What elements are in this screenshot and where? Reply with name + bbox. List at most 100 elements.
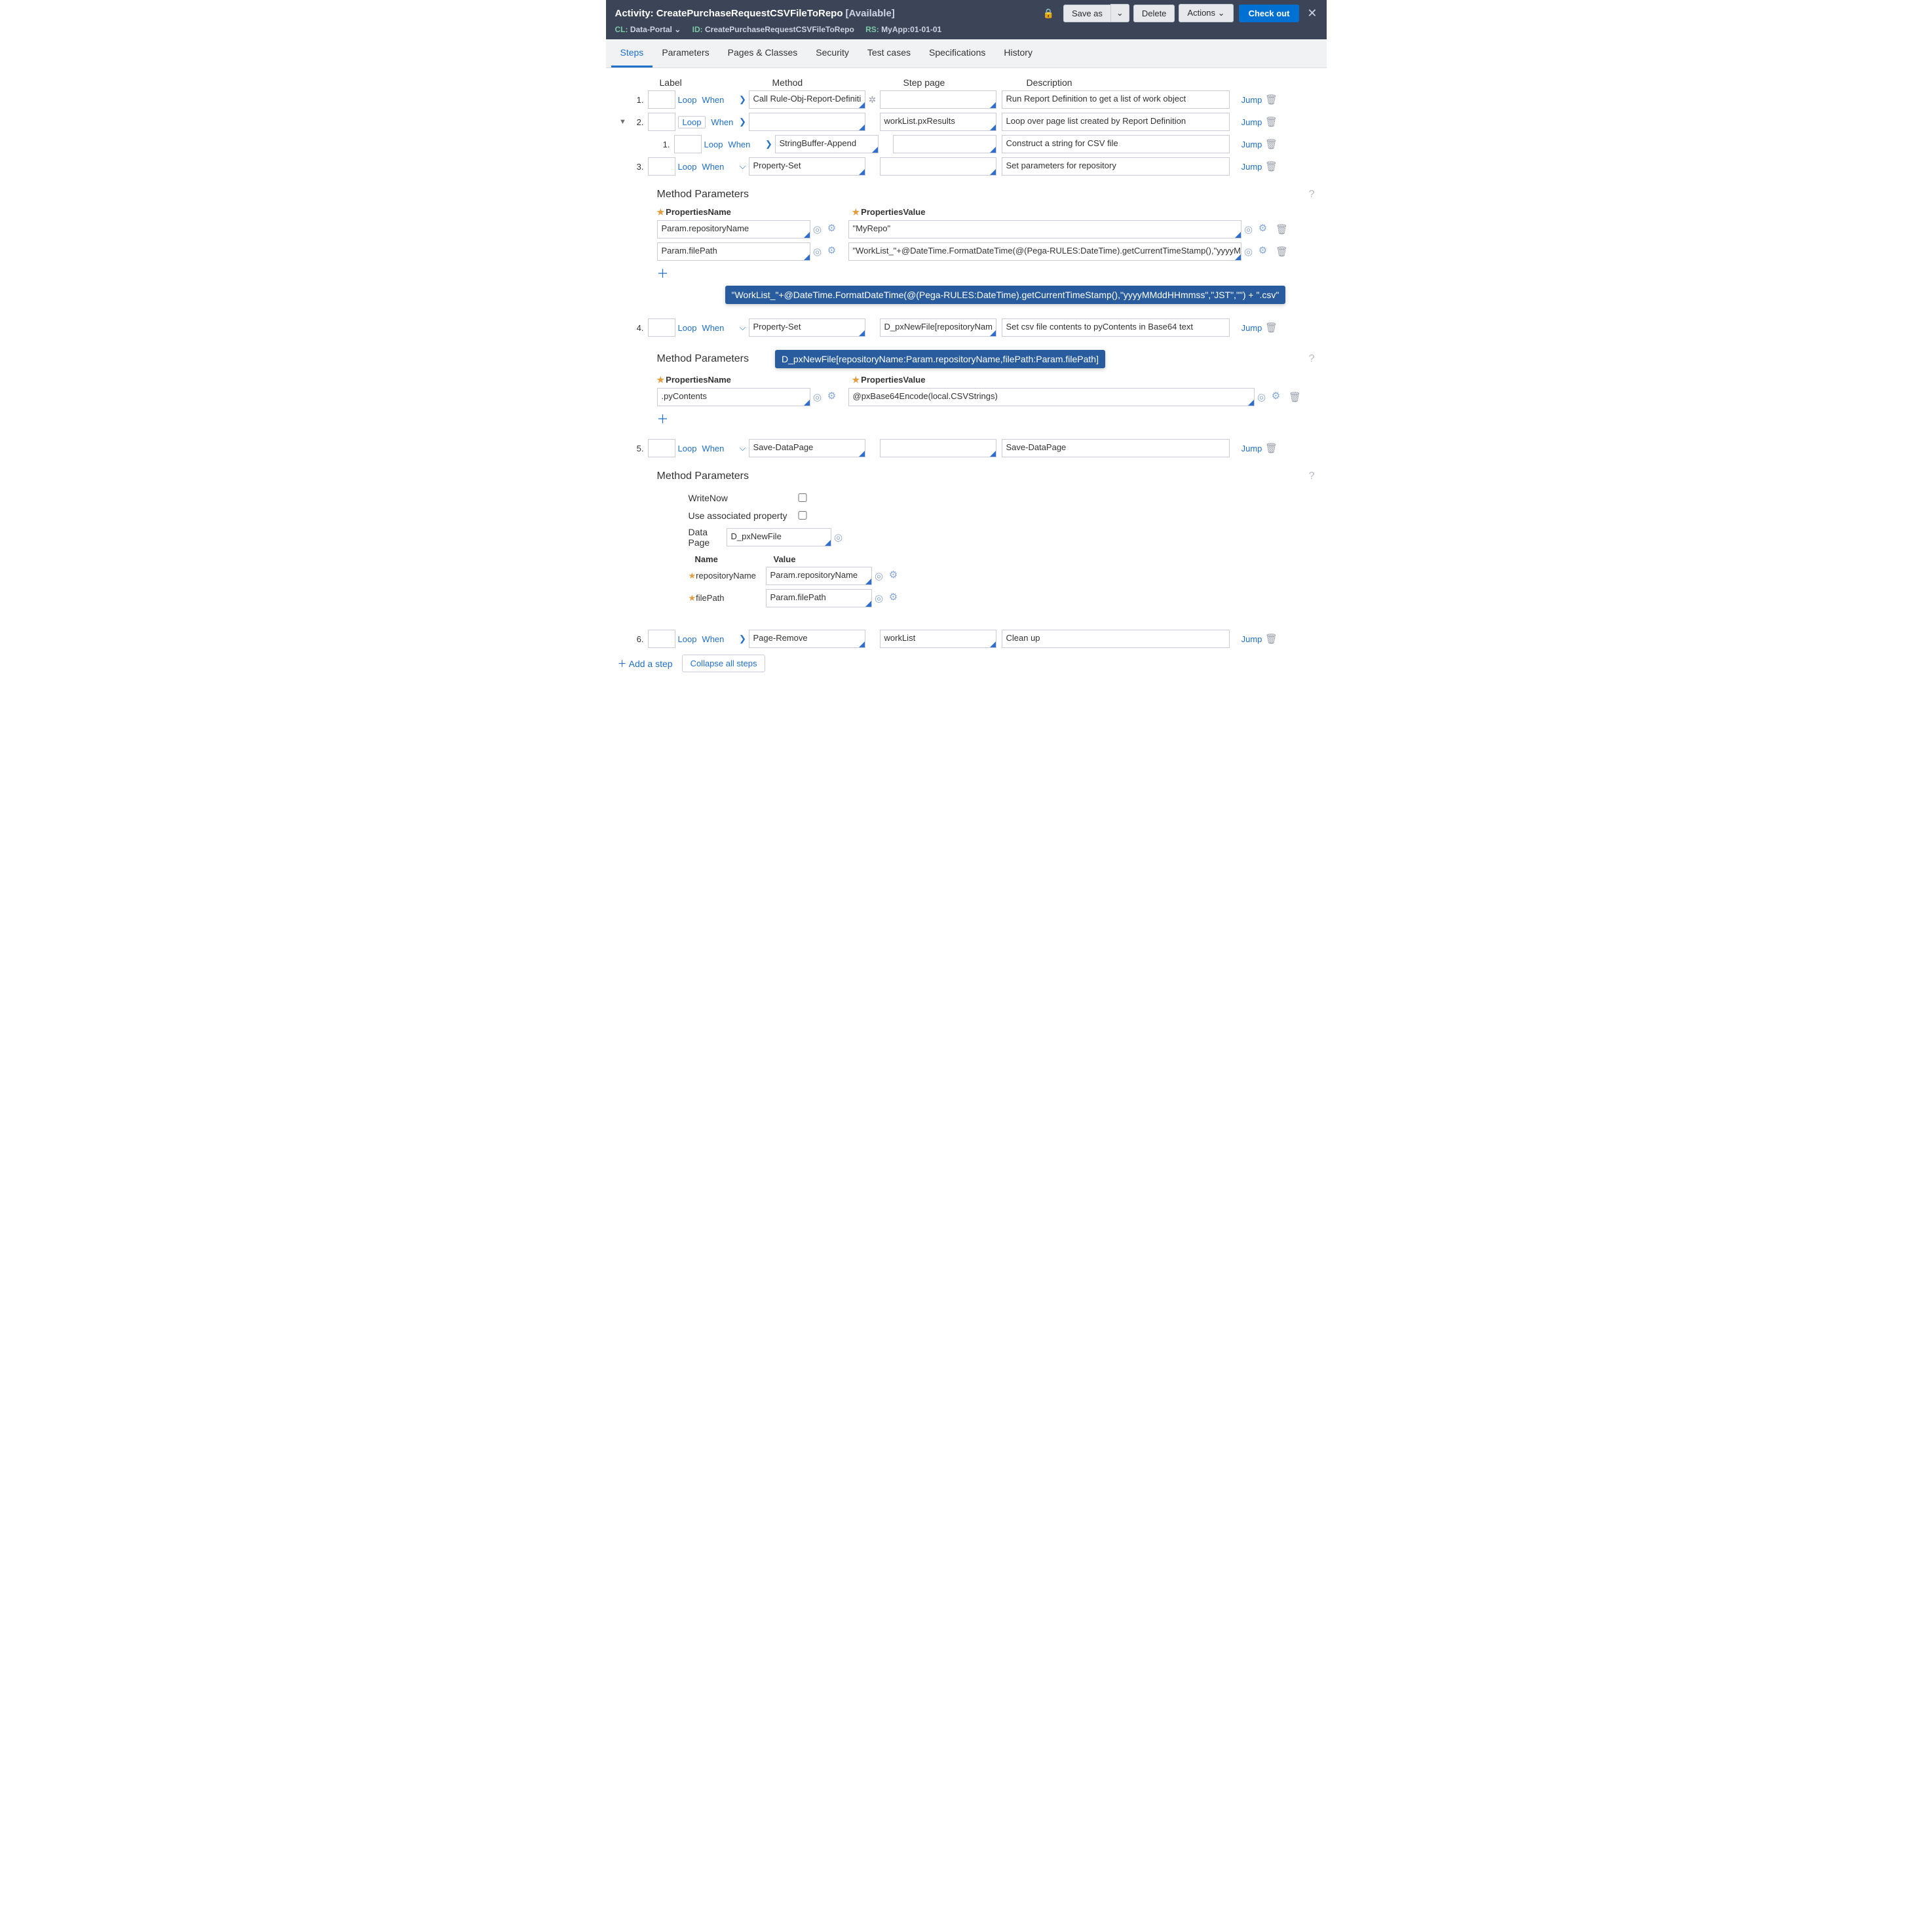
trash-icon[interactable]: 🗑: [1276, 246, 1289, 258]
tab-steps[interactable]: Steps: [611, 39, 653, 67]
target-icon[interactable]: ◎: [831, 531, 846, 543]
target-icon[interactable]: ◎: [872, 570, 886, 582]
tab-security[interactable]: Security: [806, 39, 858, 67]
loop-link[interactable]: Loop: [678, 95, 697, 105]
jump-link[interactable]: Jump: [1239, 95, 1265, 105]
loop-link[interactable]: Loop: [704, 140, 723, 149]
chevron-right-icon[interactable]: ❯: [763, 139, 775, 149]
target-icon[interactable]: ◎: [872, 592, 886, 604]
gear-icon[interactable]: ⚙: [1269, 390, 1283, 404]
step-label-input[interactable]: [648, 318, 675, 337]
trash-icon[interactable]: 🗑: [1265, 116, 1278, 128]
gear-icon[interactable]: ⚙: [886, 569, 901, 583]
gear-icon[interactable]: ⚙: [1256, 222, 1270, 237]
step-description-input[interactable]: Loop over page list created by Report De…: [1002, 113, 1230, 131]
meta-cl-value[interactable]: Data-Portal ⌄: [630, 25, 681, 34]
step-page-input[interactable]: [880, 90, 996, 109]
step-label-input[interactable]: [648, 113, 675, 131]
target-icon[interactable]: ◎: [810, 223, 825, 235]
when-link[interactable]: When: [702, 323, 724, 333]
step-method-input[interactable]: Page-Remove: [749, 630, 865, 648]
step-page-input[interactable]: [880, 157, 996, 176]
step-page-input[interactable]: workList: [880, 630, 996, 648]
tab-specifications[interactable]: Specifications: [920, 39, 994, 67]
add-row-icon[interactable]: ＋: [657, 410, 1315, 427]
trash-icon[interactable]: 🗑: [1265, 633, 1278, 645]
properties-name-input[interactable]: Param.repositoryName: [657, 220, 810, 239]
chevron-down-icon[interactable]: ⌵: [737, 443, 749, 453]
save-as-dropdown-button[interactable]: ⌄: [1110, 4, 1129, 22]
tab-test-cases[interactable]: Test cases: [858, 39, 920, 67]
when-link[interactable]: When: [728, 140, 750, 149]
tab-pages-classes[interactable]: Pages & Classes: [719, 39, 807, 67]
gear-icon[interactable]: ⚙: [1256, 244, 1270, 259]
step-label-input[interactable]: [648, 90, 675, 109]
chevron-right-icon[interactable]: ❯: [737, 634, 749, 644]
step-label-input[interactable]: [674, 135, 702, 153]
jump-link[interactable]: Jump: [1239, 140, 1265, 149]
loop-link[interactable]: Loop: [678, 444, 697, 453]
step-label-input[interactable]: [648, 439, 675, 457]
step-description-input[interactable]: Clean up: [1002, 630, 1230, 648]
loop-link[interactable]: Loop: [678, 634, 697, 644]
trash-icon[interactable]: 🗑: [1265, 138, 1278, 150]
step-description-input[interactable]: Set csv file contents to pyContents in B…: [1002, 318, 1230, 337]
gear-icon[interactable]: ⚙: [825, 244, 839, 259]
use-associated-property-checkbox[interactable]: [796, 511, 809, 520]
close-icon[interactable]: ✕: [1307, 7, 1317, 20]
help-icon[interactable]: ?: [1309, 353, 1315, 365]
target-icon[interactable]: ◎: [1255, 391, 1269, 403]
step-method-input[interactable]: StringBuffer-Append: [775, 135, 879, 153]
chevron-right-icon[interactable]: ❯: [737, 117, 749, 127]
step-description-input[interactable]: Set parameters for repository: [1002, 157, 1230, 176]
loop-link[interactable]: Loop: [678, 323, 697, 333]
chevron-down-icon[interactable]: ⌵: [737, 322, 749, 333]
properties-name-input[interactable]: .pyContents: [657, 388, 810, 406]
step-page-input[interactable]: D_pxNewFile[repositoryNam: [880, 318, 996, 337]
expand-toggle[interactable]: ▼: [618, 118, 628, 126]
properties-value-input[interactable]: "MyRepo": [848, 220, 1241, 239]
step-description-input[interactable]: Construct a string for CSV file: [1002, 135, 1230, 153]
step-method-input[interactable]: Property-Set: [749, 157, 865, 176]
check-out-button[interactable]: Check out: [1239, 5, 1300, 22]
tab-history[interactable]: History: [994, 39, 1042, 67]
help-icon[interactable]: ?: [1309, 189, 1315, 201]
gear-icon[interactable]: ⚙: [886, 591, 901, 605]
gear-icon[interactable]: ⚙: [825, 390, 839, 404]
properties-value-input[interactable]: "WorkList_"+@DateTime.FormatDateTime(@(P…: [848, 242, 1241, 261]
trash-icon[interactable]: 🗑: [1265, 94, 1278, 105]
chevron-right-icon[interactable]: ❯: [737, 94, 749, 105]
step-page-input[interactable]: [893, 135, 996, 153]
step-description-input[interactable]: Run Report Definition to get a list of w…: [1002, 90, 1230, 109]
jump-link[interactable]: Jump: [1239, 162, 1265, 172]
collapse-all-button[interactable]: Collapse all steps: [682, 655, 766, 672]
step-method-input[interactable]: Call Rule-Obj-Report-Definiti: [749, 90, 865, 109]
target-icon[interactable]: ◎: [1241, 246, 1256, 258]
trash-icon[interactable]: 🗑: [1265, 161, 1278, 172]
properties-value-input[interactable]: @pxBase64Encode(local.CSVStrings): [848, 388, 1255, 406]
step-page-input[interactable]: [880, 439, 996, 457]
help-icon[interactable]: ?: [1309, 470, 1315, 482]
jump-link[interactable]: Jump: [1239, 323, 1265, 333]
when-link[interactable]: When: [711, 117, 733, 127]
chevron-down-icon[interactable]: ⌄: [674, 25, 681, 34]
trash-icon[interactable]: 🗑: [1265, 442, 1278, 454]
loop-link[interactable]: Loop: [678, 162, 697, 172]
step-label-input[interactable]: [648, 157, 675, 176]
step-method-input[interactable]: [749, 113, 865, 131]
properties-name-input[interactable]: Param.filePath: [657, 242, 810, 261]
target-icon[interactable]: ◎: [810, 246, 825, 258]
step-method-input[interactable]: Property-Set: [749, 318, 865, 337]
trash-icon[interactable]: 🗑: [1276, 223, 1289, 235]
data-page-input[interactable]: D_pxNewFile: [727, 528, 831, 546]
loop-link[interactable]: Loop: [678, 116, 706, 128]
method-gear-icon[interactable]: ✲: [865, 94, 880, 105]
delete-button[interactable]: Delete: [1133, 5, 1175, 22]
when-link[interactable]: When: [702, 634, 724, 644]
trash-icon[interactable]: 🗑: [1265, 322, 1278, 334]
when-link[interactable]: When: [702, 162, 724, 172]
jump-link[interactable]: Jump: [1239, 634, 1265, 644]
save-as-button[interactable]: Save as: [1063, 5, 1111, 22]
when-link[interactable]: When: [702, 444, 724, 453]
jump-link[interactable]: Jump: [1239, 444, 1265, 453]
